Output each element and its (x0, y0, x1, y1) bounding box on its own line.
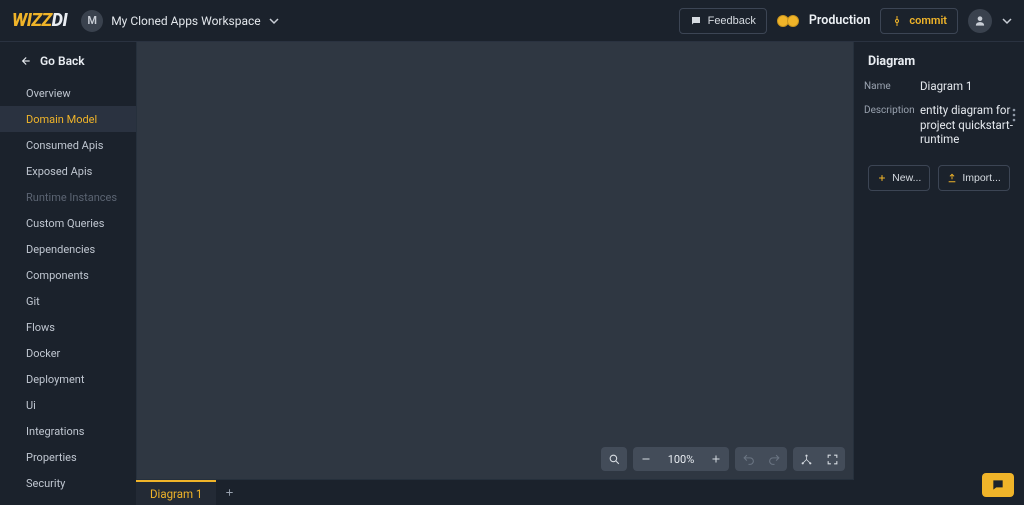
new-button[interactable]: New... (868, 165, 930, 191)
canvas-toolbar: 100% (601, 447, 845, 471)
workspace-avatar: M (81, 10, 103, 32)
import-button[interactable]: Import... (938, 165, 1010, 191)
chevron-down-icon (269, 16, 279, 26)
expand-icon (826, 453, 839, 466)
redo-button[interactable] (761, 447, 787, 471)
commit-icon (891, 15, 903, 27)
workspace-name: My Cloned Apps Workspace (111, 14, 260, 28)
search-button[interactable] (601, 447, 627, 471)
sidebar-item-integrations[interactable]: Integrations (0, 418, 136, 444)
right-panel: Diagram Name Diagram 1 Description entit… (854, 42, 1024, 505)
sidebar-item-consumed-apis[interactable]: Consumed Apis (0, 132, 136, 158)
top-bar: WIZZ DI M My Cloned Apps Workspace Feedb… (0, 0, 1024, 42)
help-fab[interactable] (982, 473, 1014, 497)
sidebar-item-dependencies[interactable]: Dependencies (0, 236, 136, 262)
feedback-button[interactable]: Feedback (679, 8, 767, 34)
description-value[interactable]: entity diagram for project quickstart-ru… (920, 103, 1014, 146)
commit-label: commit (909, 14, 947, 27)
credits-indicator[interactable] (777, 15, 799, 27)
tab-diagram-1[interactable]: Diagram 1 (136, 480, 216, 505)
go-back-button[interactable]: Go Back (0, 42, 136, 80)
sidebar-item-overview[interactable]: Overview (0, 80, 136, 106)
name-value[interactable]: Diagram 1 (920, 79, 1014, 93)
sidebar-item-docker[interactable]: Docker (0, 340, 136, 366)
sidebar-item-flows[interactable]: Flows (0, 314, 136, 340)
profile-menu[interactable] (968, 9, 992, 33)
vertical-dots-icon (1012, 108, 1016, 122)
minus-icon (640, 453, 652, 465)
user-icon (973, 14, 987, 28)
zoom-in-button[interactable] (703, 447, 729, 471)
undo-button[interactable] (735, 447, 761, 471)
sidebar-item-ui[interactable]: Ui (0, 392, 136, 418)
search-icon (608, 453, 621, 466)
import-label: Import... (962, 172, 1001, 184)
upload-icon (947, 173, 957, 183)
sidebar-item-runtime-instances: Runtime Instances (0, 184, 136, 210)
sidebar-item-deployment[interactable]: Deployment (0, 366, 136, 392)
logo: WIZZ DI (12, 10, 67, 31)
name-label: Name (864, 79, 912, 92)
commit-button[interactable]: commit (880, 8, 958, 34)
environment-label[interactable]: Production (809, 13, 870, 28)
arrow-left-icon (18, 54, 32, 68)
undo-icon (742, 453, 755, 466)
sidebar-item-exposed-apis[interactable]: Exposed Apis (0, 158, 136, 184)
chat-icon (990, 478, 1006, 492)
logo-part2: DI (52, 10, 68, 31)
center-area: 100% (136, 42, 854, 505)
zoom-out-button[interactable] (633, 447, 659, 471)
nav: OverviewDomain ModelConsumed ApisExposed… (0, 80, 136, 496)
sidebar-item-custom-queries[interactable]: Custom Queries (0, 210, 136, 236)
chat-icon (690, 15, 702, 27)
tab-label: Diagram 1 (150, 487, 202, 501)
more-menu-button[interactable] (1012, 107, 1016, 126)
logo-part1: WIZZ (12, 10, 52, 31)
diagram-canvas[interactable]: 100% (136, 42, 854, 479)
go-back-label: Go Back (40, 54, 85, 68)
coin-icon (787, 15, 799, 27)
description-label: Description (864, 103, 912, 116)
plus-icon (710, 453, 722, 465)
sidebar-item-domain-model[interactable]: Domain Model (0, 106, 136, 132)
sidebar-item-security[interactable]: Security (0, 470, 136, 496)
sidebar-item-components[interactable]: Components (0, 262, 136, 288)
sidebar-item-properties[interactable]: Properties (0, 444, 136, 470)
add-tab-button[interactable] (216, 480, 242, 505)
fullscreen-button[interactable] (819, 447, 845, 471)
hierarchy-icon (800, 453, 813, 466)
sidebar-item-git[interactable]: Git (0, 288, 136, 314)
redo-icon (768, 453, 781, 466)
sidebar: Go Back OverviewDomain ModelConsumed Api… (0, 42, 136, 505)
tab-strip: Diagram 1 (136, 479, 854, 505)
panel-title: Diagram (868, 54, 1014, 69)
plus-icon (224, 487, 235, 498)
zoom-level[interactable]: 100% (659, 453, 703, 466)
top-right: Feedback Production commit (679, 8, 1012, 34)
chevron-down-icon[interactable] (1002, 16, 1012, 26)
main: Go Back OverviewDomain ModelConsumed Api… (0, 42, 1024, 505)
feedback-label: Feedback (708, 15, 756, 27)
workspace-switcher[interactable]: M My Cloned Apps Workspace (81, 10, 278, 32)
new-label: New... (892, 172, 921, 184)
plus-icon (877, 173, 887, 183)
layout-button[interactable] (793, 447, 819, 471)
